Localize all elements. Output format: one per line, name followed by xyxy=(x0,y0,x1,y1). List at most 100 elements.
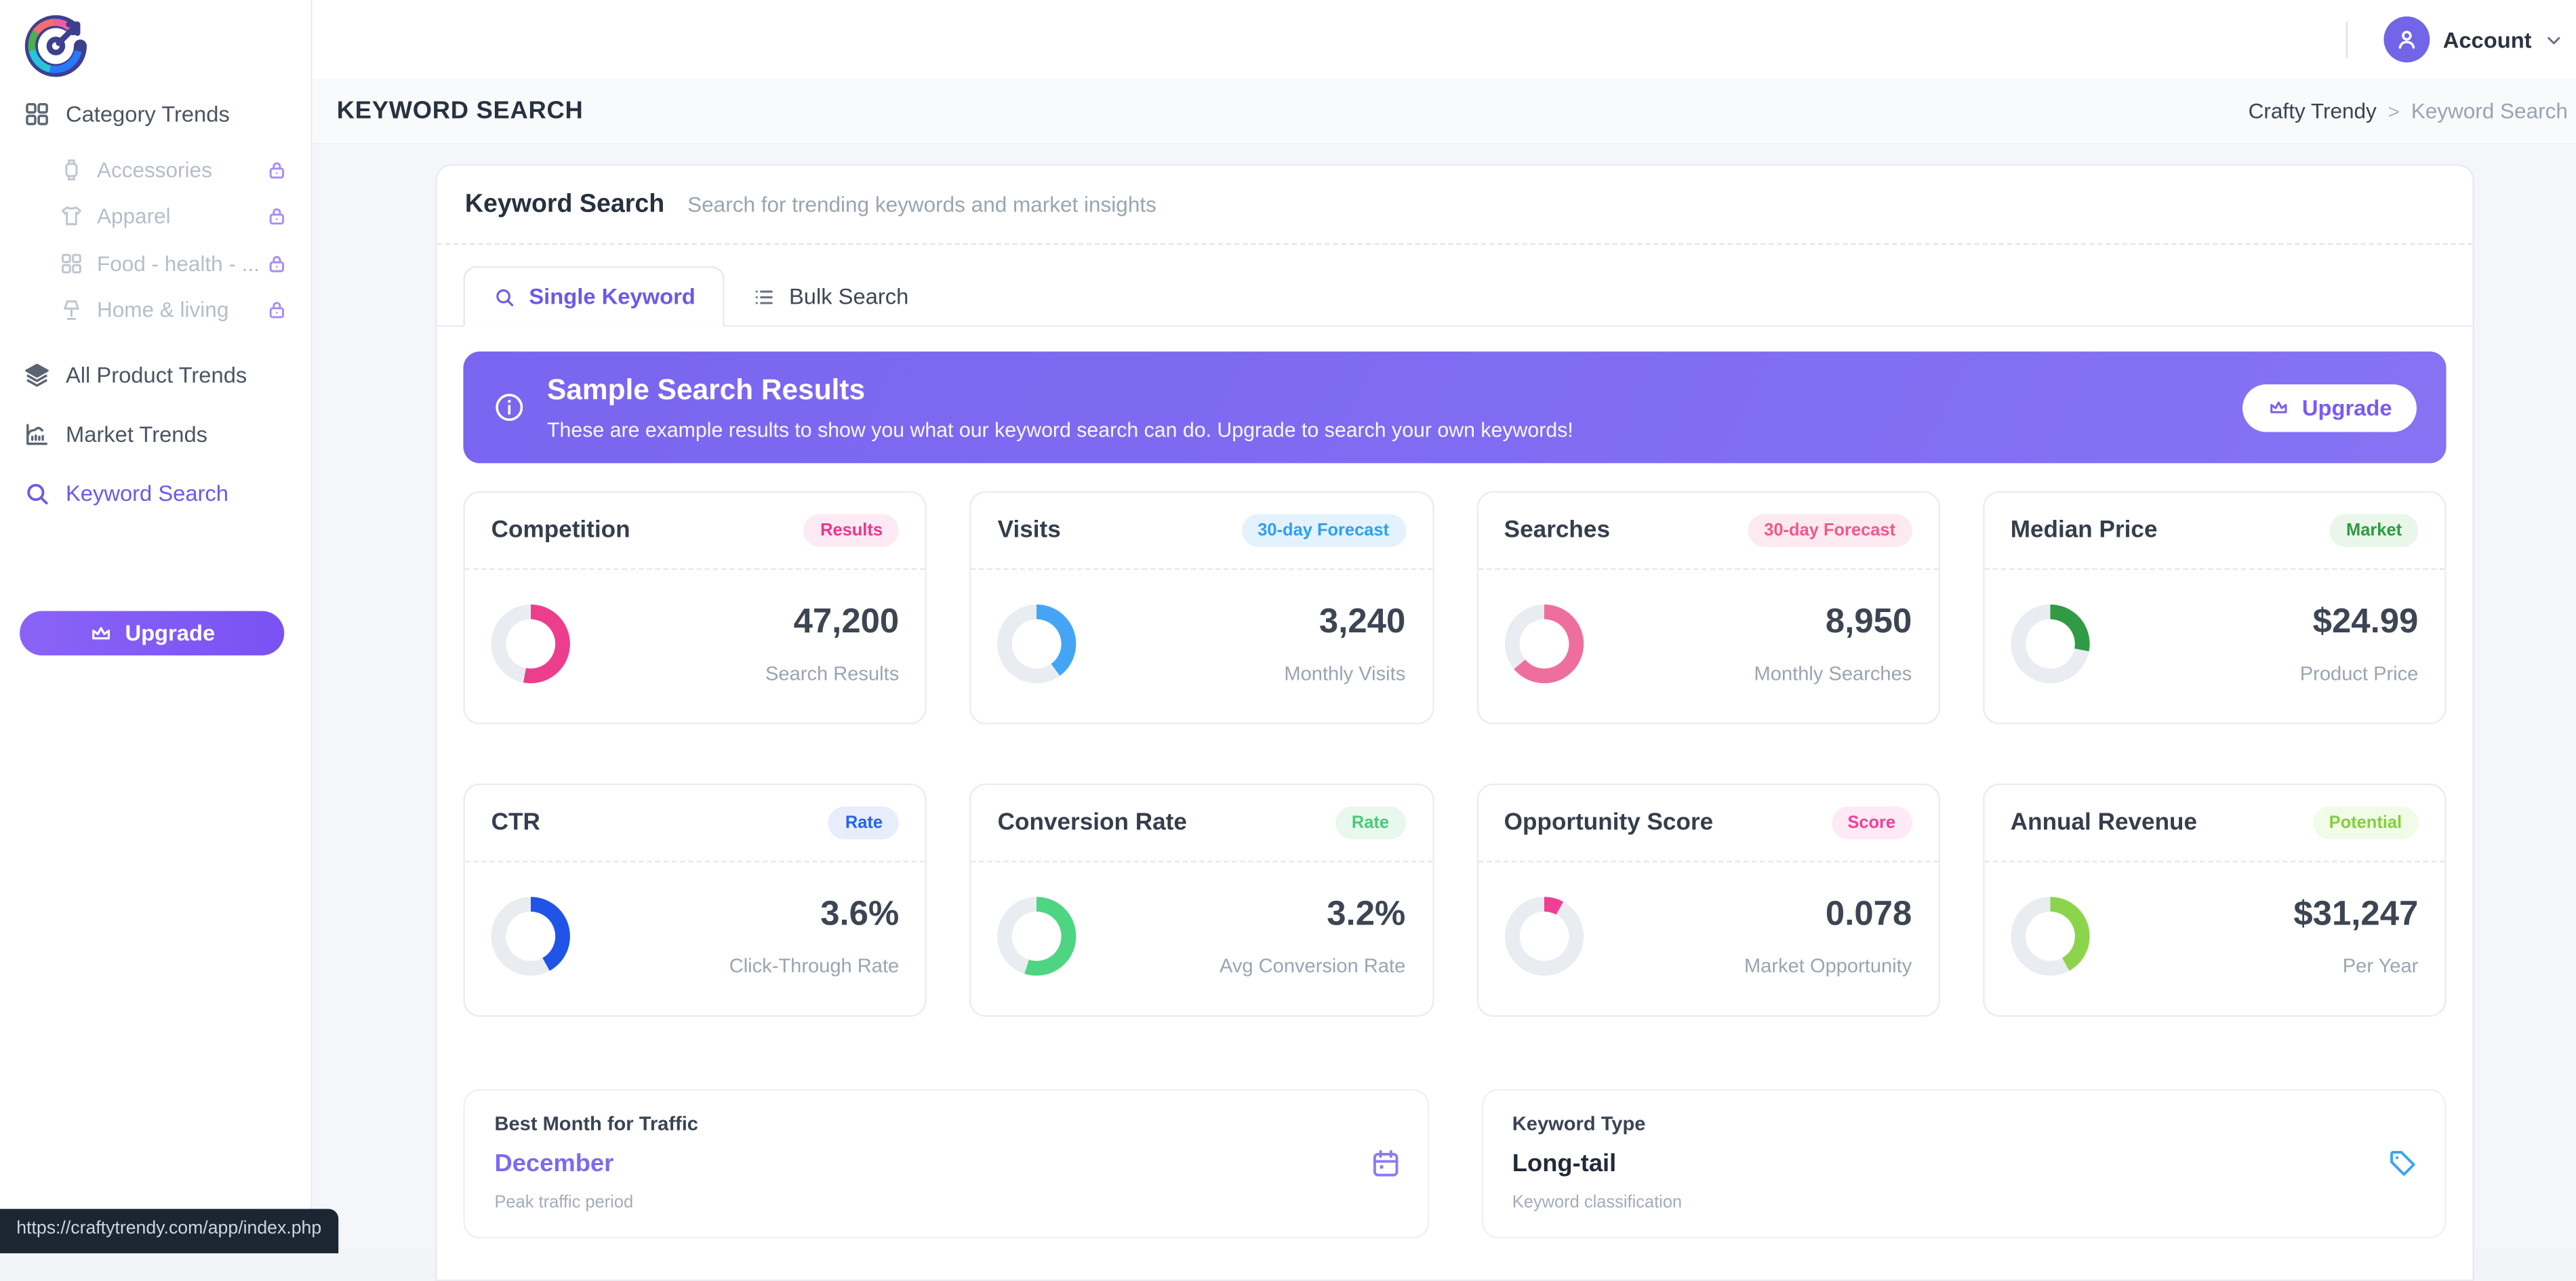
donut-chart xyxy=(491,605,570,683)
sidebar-item-home-living[interactable]: Home & living xyxy=(0,287,310,333)
grid-icon xyxy=(59,251,83,275)
list-icon xyxy=(753,285,776,308)
metric-card-title: Annual Revenue xyxy=(2011,810,2197,836)
metric-card-visits: Visits 30-day Forecast 3,240 Monthly Vis… xyxy=(969,491,1433,725)
calendar-icon xyxy=(1369,1147,1401,1178)
topbar-divider xyxy=(2346,22,2348,58)
donut-chart xyxy=(2011,605,2089,683)
info-card-title: Best Month for Traffic xyxy=(494,1112,1397,1135)
metric-value: $31,247 xyxy=(2293,895,2418,935)
metric-label: Monthly Visits xyxy=(1284,662,1405,685)
metric-value: 3.2% xyxy=(1220,895,1405,935)
sidebar-item-label: Market Trends xyxy=(66,422,207,446)
metric-card-title: Visits xyxy=(998,517,1061,544)
panel-subtitle: Search for trending keywords and market … xyxy=(687,192,1156,217)
lock-icon xyxy=(266,253,288,274)
lamp-icon xyxy=(59,298,83,322)
metric-card-searches: Searches 30-day Forecast 8,950 Monthly S… xyxy=(1476,491,1939,725)
upgrade-label: Upgrade xyxy=(125,621,215,645)
status-badge: Rate xyxy=(829,807,900,839)
layers-icon xyxy=(23,361,51,388)
metric-value: 8,950 xyxy=(1754,603,1912,642)
sidebar-item-category-trends[interactable]: Category Trends xyxy=(0,90,310,136)
sidebar-item-keyword-search[interactable]: Keyword Search xyxy=(0,463,310,522)
info-icon xyxy=(493,391,525,424)
search-icon xyxy=(493,285,516,308)
sample-results-banner: Sample Search Results These are example … xyxy=(463,352,2446,464)
metric-card-title: Median Price xyxy=(2011,517,2158,544)
metric-label: Per Year xyxy=(2293,954,2418,977)
info-card-best-month: Best Month for Traffic December Peak tra… xyxy=(463,1089,1428,1239)
chart-icon xyxy=(23,420,51,447)
metric-card-annual-revenue: Annual Revenue Potential $31,247 Per Yea… xyxy=(1983,784,2447,1017)
tab-single-keyword[interactable]: Single Keyword xyxy=(463,266,725,327)
content-area: Keyword Search Search for trending keywo… xyxy=(312,144,2576,1248)
metric-value: 0.078 xyxy=(1744,895,1912,935)
shirt-icon xyxy=(59,204,83,228)
status-url: https://craftytrendy.com/app/index.php xyxy=(16,1219,321,1239)
tab-bulk-search[interactable]: Bulk Search xyxy=(725,268,936,325)
topbar: Account xyxy=(312,0,2576,79)
metric-card-opportunity-score: Opportunity Score Score 0.078 Market Opp… xyxy=(1476,784,1939,1017)
info-card-grid: Best Month for Traffic December Peak tra… xyxy=(463,1089,2446,1239)
sidebar-item-market-trends[interactable]: Market Trends xyxy=(0,404,310,463)
breadcrumb-current: Keyword Search xyxy=(2411,98,2568,123)
metric-label: Monthly Searches xyxy=(1754,662,1912,685)
metric-card-title: Competition xyxy=(491,517,630,544)
panel-title: Keyword Search xyxy=(465,190,664,220)
donut-chart xyxy=(998,897,1076,975)
search-icon xyxy=(23,479,51,506)
crown-icon xyxy=(2268,396,2291,419)
sidebar-item-label: Accessories xyxy=(97,157,212,182)
sidebar-item-label: Keyword Search xyxy=(66,481,228,505)
status-badge: Rate xyxy=(1335,807,1406,839)
tab-label: Single Keyword xyxy=(529,284,695,308)
info-card-keyword-type: Keyword Type Long-tail Keyword classific… xyxy=(1481,1089,2447,1239)
metric-card-title: CTR xyxy=(491,810,540,836)
metric-label: Market Opportunity xyxy=(1744,954,1912,977)
metric-card-median-price: Median Price Market $24.99 Product Price xyxy=(1983,491,2447,725)
grid-icon xyxy=(23,100,51,127)
account-menu[interactable]: Account xyxy=(2346,0,2563,79)
sidebar-nav: Category Trends Accessories xyxy=(0,90,310,522)
sidebar-item-accessories[interactable]: Accessories xyxy=(0,146,310,193)
sidebar-item-all-product-trends[interactable]: All Product Trends xyxy=(0,345,310,404)
metric-card-title: Searches xyxy=(1504,517,1610,544)
sidebar-item-food-health[interactable]: Food - health - ... xyxy=(0,240,310,287)
app-window: Category Trends Accessories xyxy=(0,0,2576,1248)
crown-icon xyxy=(89,621,113,645)
donut-chart xyxy=(1504,897,1583,975)
breadcrumb: Crafty Trendy > Keyword Search xyxy=(2249,98,2568,123)
account-label: Account xyxy=(2443,27,2532,52)
status-badge: 30-day Forecast xyxy=(1748,514,1912,547)
info-card-label: Keyword classification xyxy=(1512,1192,2415,1212)
metric-value: 3.6% xyxy=(729,895,900,935)
sidebar-item-apparel[interactable]: Apparel xyxy=(0,193,310,240)
status-badge: Score xyxy=(1831,807,1912,839)
metric-value: 3,240 xyxy=(1284,603,1405,642)
upgrade-label: Upgrade xyxy=(2302,395,2392,420)
sidebar-item-label: Home & living xyxy=(97,298,228,322)
status-badge: Results xyxy=(804,514,899,547)
breadcrumb-home[interactable]: Crafty Trendy xyxy=(2249,98,2377,123)
chevron-down-icon xyxy=(2545,30,2563,49)
tab-bar: Single Keyword Bulk Search xyxy=(437,245,2473,327)
sidebar-item-label: All Product Trends xyxy=(66,362,247,386)
status-badge: 30-day Forecast xyxy=(1241,514,1405,547)
metric-card-title: Opportunity Score xyxy=(1504,810,1714,836)
banner-upgrade-button[interactable]: Upgrade xyxy=(2243,384,2417,431)
main-area: Account KEYWORD SEARCH Crafty Trendy > K… xyxy=(312,0,2576,1248)
metric-label: Product Price xyxy=(2300,662,2419,685)
breadcrumb-separator: > xyxy=(2388,100,2400,123)
app-logo[interactable] xyxy=(22,12,91,81)
lock-icon xyxy=(266,206,288,228)
person-icon xyxy=(2394,26,2420,53)
avatar[interactable] xyxy=(2383,16,2430,62)
metric-card-grid: Competition Results 47,200 Search Result… xyxy=(463,491,2446,1017)
panel-header: Keyword Search Search for trending keywo… xyxy=(437,166,2473,243)
metric-label: Click-Through Rate xyxy=(729,954,900,977)
metric-label: Avg Conversion Rate xyxy=(1220,954,1405,977)
sidebar-upgrade-button[interactable]: Upgrade xyxy=(20,611,284,655)
banner-subtitle: These are example results to show you wh… xyxy=(547,419,1573,442)
sidebar-item-label: Category Trends xyxy=(66,101,230,125)
